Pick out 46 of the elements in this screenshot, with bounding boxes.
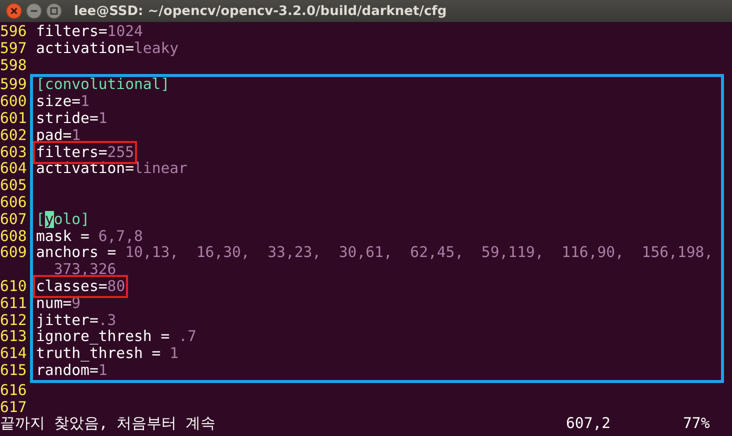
code-line: mask = 6,7,8 bbox=[36, 228, 143, 245]
code-line: filters=1024 bbox=[36, 23, 143, 40]
line-number: 612 bbox=[0, 312, 27, 329]
line-number: 607 bbox=[0, 210, 27, 228]
status-message: 끝까지 찾았음, 처음부터 계속 bbox=[0, 416, 217, 434]
line-number: 610 bbox=[0, 278, 27, 295]
code-line: pad=1 bbox=[36, 126, 81, 144]
line-number: 604 bbox=[0, 160, 27, 178]
code-line: ignore_thresh = .7 bbox=[36, 328, 196, 346]
close-icon[interactable] bbox=[6, 3, 22, 19]
code-line: activation=leaky bbox=[36, 40, 179, 57]
code-line: filters=255 bbox=[36, 144, 134, 161]
code-line: [yolo] bbox=[36, 210, 90, 228]
line-number: 617 bbox=[0, 398, 27, 416]
maximize-icon[interactable] bbox=[46, 3, 62, 19]
window-title: lee@SSD: ~/opencv/opencv-3.2.0/build/darknet/cfg bbox=[74, 4, 447, 18]
line-number: 603 bbox=[0, 144, 27, 161]
cursor-position: 607,2 bbox=[566, 416, 612, 434]
line-number: 609 bbox=[0, 244, 27, 262]
line-number: 614 bbox=[0, 345, 27, 362]
code-line: size=1 bbox=[36, 93, 90, 110]
line-number: 605 bbox=[0, 177, 27, 194]
line-number: 599 bbox=[0, 76, 27, 94]
line-number: 597 bbox=[0, 40, 27, 57]
line-number: 600 bbox=[0, 93, 27, 110]
line-number: 613 bbox=[0, 328, 27, 346]
code-line: activation=linear bbox=[36, 160, 188, 178]
scroll-percent: 77% bbox=[683, 416, 710, 434]
code-line: anchors = 10,13, 16,30, 33,23, 30,61, 62,45, 59,119, 116,90, 156,198, bbox=[36, 244, 714, 262]
line-number: 596 bbox=[0, 23, 27, 40]
line-number: 602 bbox=[0, 126, 27, 144]
code-line: random=1 bbox=[36, 362, 108, 379]
code-line: stride=1 bbox=[36, 110, 108, 127]
code-line: 373,326 bbox=[52, 261, 116, 278]
code-line: classes=80 bbox=[36, 278, 126, 295]
code-line: [convolutional] bbox=[36, 76, 170, 94]
code-line: jitter=.3 bbox=[36, 312, 116, 329]
line-number: 606 bbox=[0, 194, 27, 211]
line-number: 601 bbox=[0, 110, 27, 127]
line-number: 611 bbox=[0, 294, 27, 312]
code-line: truth_thresh = 1 bbox=[36, 345, 179, 362]
line-number: 598 bbox=[0, 56, 27, 74]
line-number: 608 bbox=[0, 228, 27, 245]
line-number: 615 bbox=[0, 362, 27, 379]
minimize-icon[interactable] bbox=[26, 3, 42, 19]
line-number: 616 bbox=[0, 382, 27, 399]
